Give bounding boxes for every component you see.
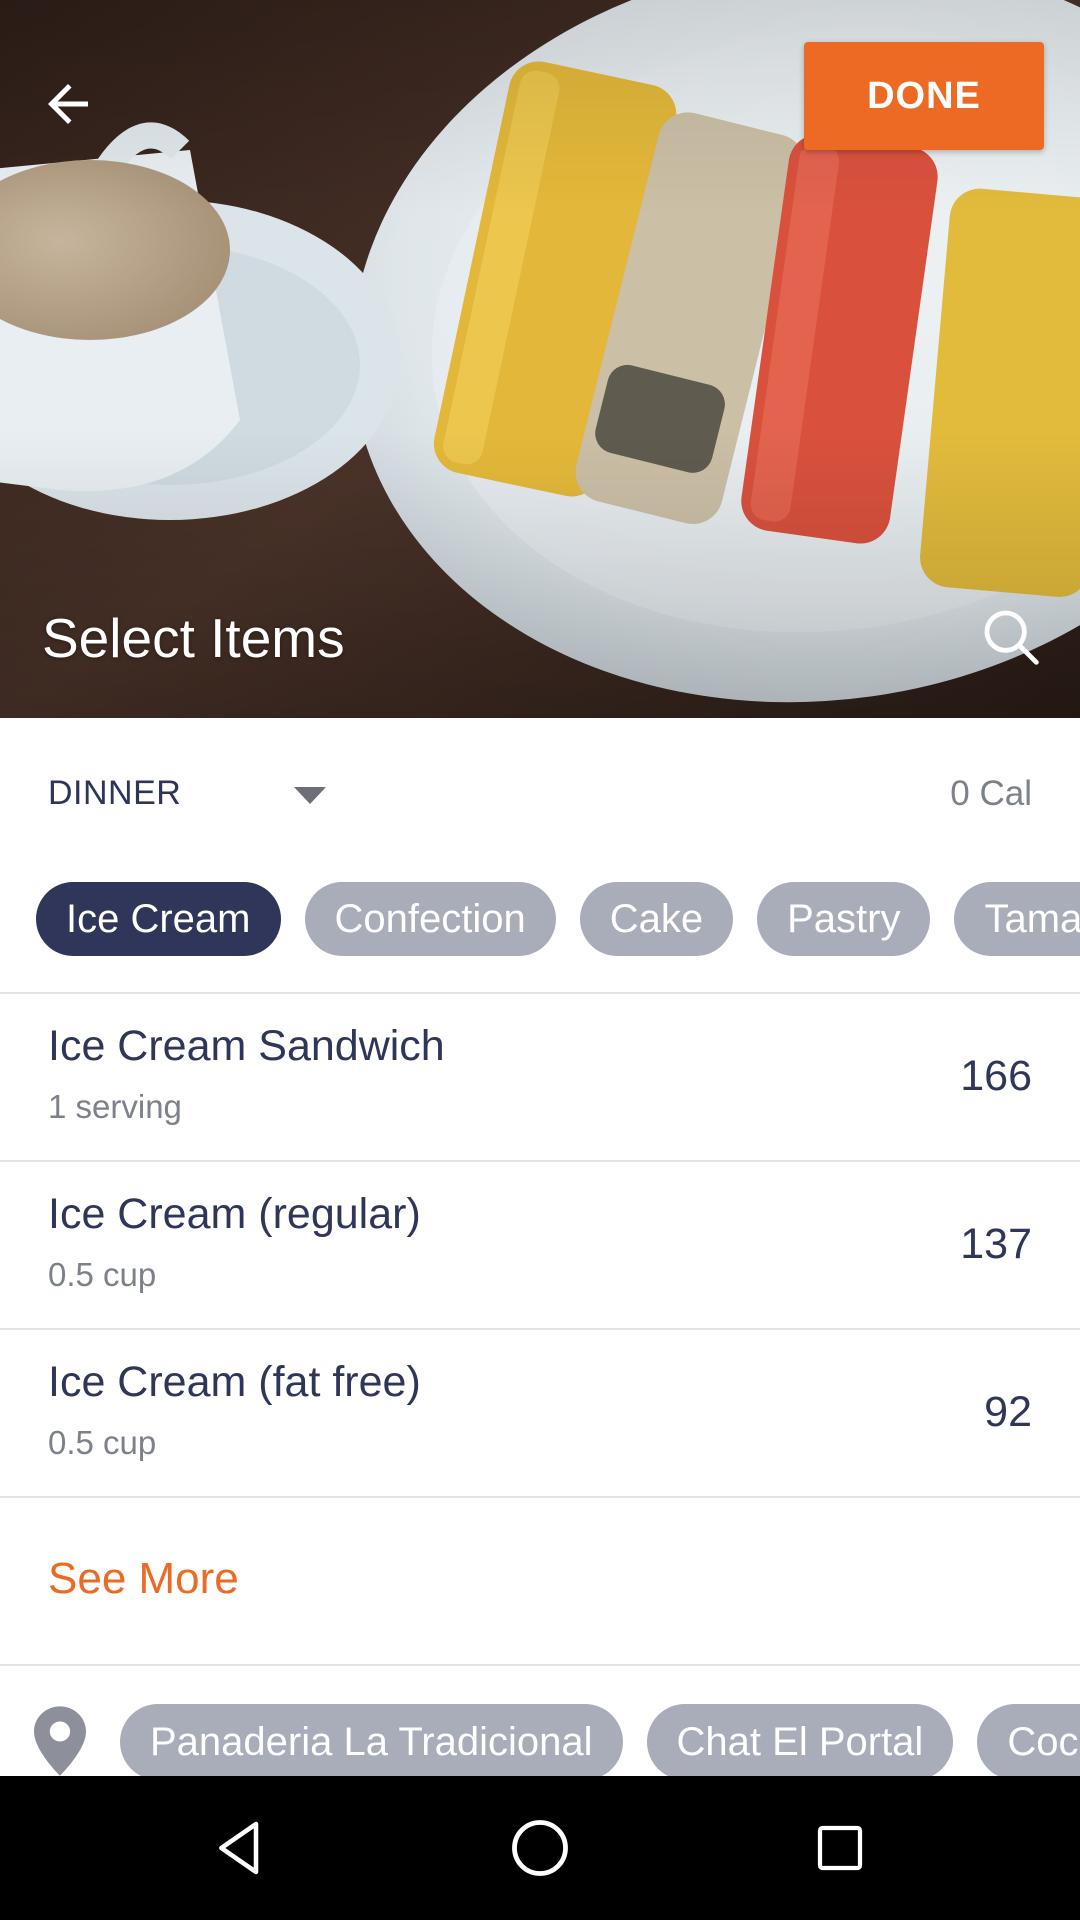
category-chips: Ice Cream Confection Cake Pastry Tamale bbox=[36, 882, 1080, 956]
nav-recents-button[interactable] bbox=[790, 1798, 890, 1898]
chip-confection[interactable]: Confection bbox=[304, 882, 556, 956]
circle-home-icon bbox=[512, 1820, 568, 1876]
meal-calorie-total: 0 Cal bbox=[950, 774, 1032, 813]
food-row[interactable]: Ice Cream Sandwich 1 serving 166 bbox=[0, 994, 1080, 1160]
food-name: Ice Cream Sandwich bbox=[48, 1022, 445, 1070]
search-icon bbox=[984, 610, 1039, 665]
location-chip[interactable]: Chat El Portal bbox=[646, 1704, 954, 1780]
chip-cake[interactable]: Cake bbox=[579, 882, 734, 956]
food-serving: 0.5 cup bbox=[48, 1256, 157, 1293]
food-calories: 92 bbox=[984, 1388, 1032, 1436]
food-serving: 0.5 cup bbox=[48, 1424, 157, 1461]
chevron-down-icon[interactable] bbox=[294, 787, 326, 804]
system-nav-bar bbox=[0, 1776, 1080, 1920]
food-name: Ice Cream (regular) bbox=[48, 1190, 421, 1238]
nav-home-button[interactable] bbox=[490, 1798, 590, 1898]
arrow-left-icon bbox=[48, 84, 88, 124]
food-calories: 137 bbox=[960, 1220, 1032, 1268]
food-calories: 166 bbox=[960, 1052, 1032, 1100]
done-button[interactable]: DONE bbox=[804, 42, 1044, 150]
back-button[interactable] bbox=[32, 68, 104, 140]
food-name: Ice Cream (fat free) bbox=[48, 1358, 421, 1406]
food-serving: 1 serving bbox=[48, 1088, 182, 1125]
search-button[interactable] bbox=[976, 602, 1046, 672]
meal-dropdown[interactable]: DINNER bbox=[48, 774, 181, 813]
divider bbox=[0, 1496, 1080, 1498]
chip-ice-cream[interactable]: Ice Cream bbox=[36, 882, 281, 956]
location-chip[interactable]: Panaderia La Tradicional bbox=[120, 1704, 623, 1780]
divider bbox=[0, 1664, 1080, 1666]
square-recents-icon bbox=[817, 1825, 863, 1871]
chip-pastry[interactable]: Pastry bbox=[757, 882, 931, 956]
location-pin-icon bbox=[34, 1706, 86, 1776]
nav-back-button[interactable] bbox=[190, 1798, 290, 1898]
location-chips: Panaderia La Tradicional Chat El Portal … bbox=[120, 1704, 1080, 1780]
triangle-back-icon bbox=[219, 1821, 259, 1875]
hero-header: DONE Select Items bbox=[0, 0, 1080, 718]
see-more-link[interactable]: See More bbox=[48, 1554, 239, 1604]
select-items-screen: DONE Select Items DINNER 0 Cal Ice Cream… bbox=[0, 0, 1080, 1920]
page-title: Select Items bbox=[42, 607, 345, 669]
chip-tamale[interactable]: Tamale bbox=[954, 882, 1080, 956]
food-row[interactable]: Ice Cream (fat free) 0.5 cup 92 bbox=[0, 1330, 1080, 1496]
meal-row: DINNER 0 Cal bbox=[0, 740, 1080, 852]
location-chip[interactable]: Cocina bbox=[977, 1704, 1080, 1780]
food-row[interactable]: Ice Cream (regular) 0.5 cup 137 bbox=[0, 1162, 1080, 1328]
